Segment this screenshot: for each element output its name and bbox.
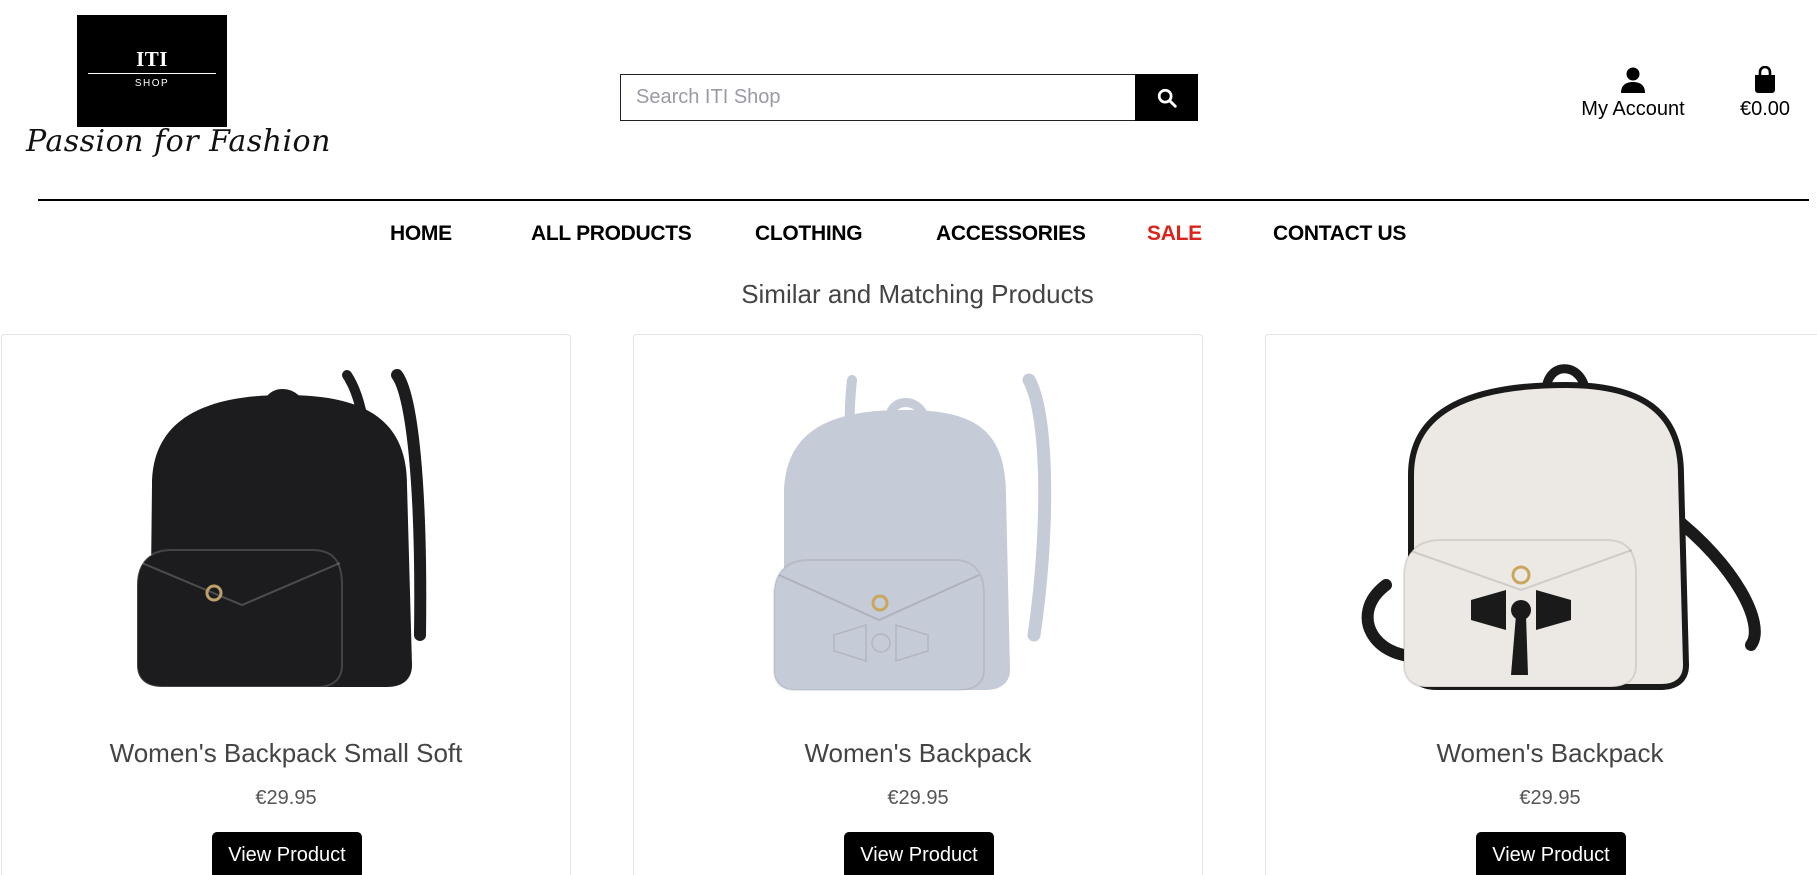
nav-home[interactable]: HOME bbox=[390, 222, 452, 246]
view-product-button[interactable]: View Product bbox=[1476, 832, 1626, 875]
nav-all-products[interactable]: ALL PRODUCTS bbox=[531, 222, 692, 246]
product-card[interactable]: Women's Backpack Small Soft €29.95 View … bbox=[1, 334, 571, 875]
nav-clothing[interactable]: CLOTHING bbox=[755, 222, 863, 246]
account-label: My Account bbox=[1581, 98, 1685, 120]
my-account-link[interactable]: My Account bbox=[1572, 66, 1694, 126]
logo[interactable]: ITI SHOP bbox=[77, 15, 227, 127]
product-image[interactable] bbox=[1266, 335, 1817, 715]
backpack-illustration bbox=[1361, 364, 1761, 690]
product-price: €29.95 bbox=[255, 787, 317, 809]
logo-divider bbox=[88, 73, 216, 74]
nav-contact-us[interactable]: CONTACT US bbox=[1273, 222, 1406, 246]
search-icon bbox=[1157, 88, 1177, 108]
shopping-bag-icon bbox=[1755, 66, 1775, 93]
nav-accessories[interactable]: ACCESSORIES bbox=[936, 222, 1086, 246]
view-product-button[interactable]: View Product bbox=[212, 832, 362, 875]
header-divider bbox=[38, 199, 1809, 201]
user-icon bbox=[1621, 67, 1645, 93]
product-image[interactable] bbox=[634, 335, 1202, 715]
search-button[interactable] bbox=[1135, 74, 1198, 121]
product-title[interactable]: Women's Backpack bbox=[1266, 738, 1817, 769]
search-bar bbox=[620, 74, 1198, 121]
main-navigation: HOME ALL PRODUCTS CLOTHING ACCESSORIES S… bbox=[0, 222, 1817, 258]
product-price: €29.95 bbox=[887, 787, 949, 809]
logo-subtext: SHOP bbox=[134, 78, 170, 89]
logo-text: ITI bbox=[136, 47, 168, 71]
brand-tagline: Passion for Fashion bbox=[26, 124, 331, 159]
backpack-illustration bbox=[136, 369, 427, 688]
product-price: €29.95 bbox=[1519, 787, 1581, 809]
backpack-illustration bbox=[773, 373, 1052, 691]
cart-total: €0.00 bbox=[1739, 98, 1791, 120]
section-title: Similar and Matching Products bbox=[741, 279, 1094, 309]
product-title[interactable]: Women's Backpack Small Soft bbox=[2, 738, 570, 769]
product-image[interactable] bbox=[2, 335, 570, 715]
search-input[interactable] bbox=[620, 74, 1135, 121]
product-title[interactable]: Women's Backpack bbox=[634, 738, 1202, 769]
product-card[interactable]: Women's Backpack €29.95 View Product bbox=[633, 334, 1203, 875]
product-card[interactable]: Women's Backpack €29.95 View Product bbox=[1265, 334, 1817, 875]
site-header: ITI SHOP Passion for Fashion My Account … bbox=[0, 0, 1817, 201]
nav-sale[interactable]: SALE bbox=[1147, 222, 1202, 246]
view-product-button[interactable]: View Product bbox=[844, 832, 994, 875]
cart-link[interactable]: €0.00 bbox=[1730, 66, 1800, 126]
